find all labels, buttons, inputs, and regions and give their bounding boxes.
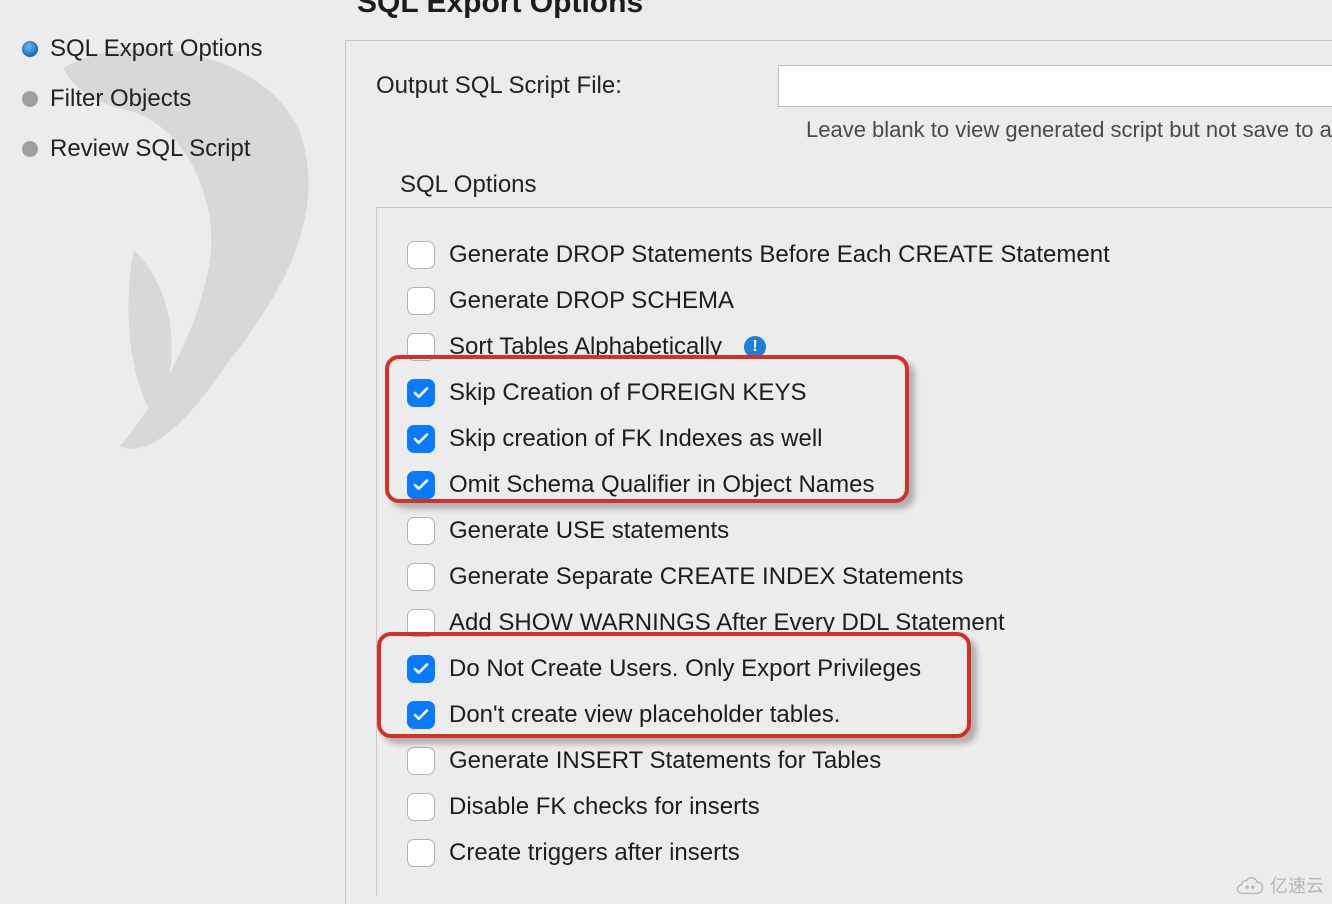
checkbox[interactable] [407,287,435,315]
checkbox[interactable] [407,839,435,867]
option-row: Add SHOW WARNINGS After Every DDL Statem… [407,600,1332,646]
option-row: Generate DROP SCHEMA [407,278,1332,324]
step-dot-icon [22,41,38,57]
output-helper-text: Leave blank to view generated script but… [806,117,1332,143]
wizard-step-label: SQL Export Options [50,35,263,63]
option-row: Generate USE statements [407,508,1332,554]
option-row: Skip Creation of FOREIGN KEYS [407,370,1332,416]
option-label[interactable]: Omit Schema Qualifier in Object Names [449,471,874,499]
sql-options-label: SQL Options [400,171,1332,199]
option-label[interactable]: Create triggers after inserts [449,839,740,867]
option-row: Skip creation of FK Indexes as well [407,416,1332,462]
wizard-step-filter-objects[interactable]: Filter Objects [22,74,329,124]
option-label[interactable]: Disable FK checks for inserts [449,793,760,821]
wizard-step-sql-export-options[interactable]: SQL Export Options [22,24,329,74]
option-label[interactable]: Add SHOW WARNINGS After Every DDL Statem… [449,609,1005,637]
option-label[interactable]: Skip Creation of FOREIGN KEYS [449,379,806,407]
checkbox[interactable] [407,609,435,637]
checkbox[interactable] [407,563,435,591]
output-file-row: Output SQL Script File: [376,65,1332,107]
checkbox[interactable] [407,655,435,683]
sql-options-panel: Generate DROP Statements Before Each CRE… [376,207,1332,896]
option-label[interactable]: Generate INSERT Statements for Tables [449,747,881,775]
checkbox[interactable] [407,471,435,499]
option-label[interactable]: Do Not Create Users. Only Export Privile… [449,655,921,683]
option-row: Disable FK checks for inserts [407,784,1332,830]
checkbox[interactable] [407,379,435,407]
output-file-label: Output SQL Script File: [376,72,756,100]
main-content: SQL Export Options Output SQL Script Fil… [345,0,1332,904]
checkbox[interactable] [407,517,435,545]
option-label[interactable]: Generate DROP SCHEMA [449,287,734,315]
option-row: Generate DROP Statements Before Each CRE… [407,232,1332,278]
option-label[interactable]: Generate DROP Statements Before Each CRE… [449,241,1110,269]
option-row: Create triggers after inserts [407,830,1332,876]
checkbox[interactable] [407,747,435,775]
option-label[interactable]: Generate Separate CREATE INDEX Statement… [449,563,963,591]
option-row: Do Not Create Users. Only Export Privile… [407,646,1332,692]
checkbox[interactable] [407,793,435,821]
output-file-input[interactable] [778,65,1332,107]
checkbox[interactable] [407,425,435,453]
option-row: Generate Separate CREATE INDEX Statement… [407,554,1332,600]
option-label[interactable]: Sort Tables Alphabetically [449,333,722,361]
wizard-step-review-sql-script[interactable]: Review SQL Script [22,124,329,174]
option-row: Generate INSERT Statements for Tables [407,738,1332,784]
option-row: Sort Tables Alphabetically! [407,324,1332,370]
content-panel: Output SQL Script File: Leave blank to v… [345,40,1332,904]
wizard-step-label: Filter Objects [50,85,191,113]
info-icon[interactable]: ! [744,336,766,358]
step-dot-icon [22,141,38,157]
wizard-steps-list: SQL Export Options Filter Objects Review… [22,24,329,174]
option-row: Don't create view placeholder tables. [407,692,1332,738]
option-label[interactable]: Skip creation of FK Indexes as well [449,425,823,453]
wizard-sidebar: SQL Export Options Filter Objects Review… [0,0,345,904]
step-dot-icon [22,91,38,107]
wizard-step-label: Review SQL Script [50,135,251,163]
option-label[interactable]: Don't create view placeholder tables. [449,701,840,729]
checkbox[interactable] [407,701,435,729]
option-row: Omit Schema Qualifier in Object Names [407,462,1332,508]
page-title: SQL Export Options [345,0,1332,28]
checkbox[interactable] [407,241,435,269]
checkbox[interactable] [407,333,435,361]
option-label[interactable]: Generate USE statements [449,517,729,545]
